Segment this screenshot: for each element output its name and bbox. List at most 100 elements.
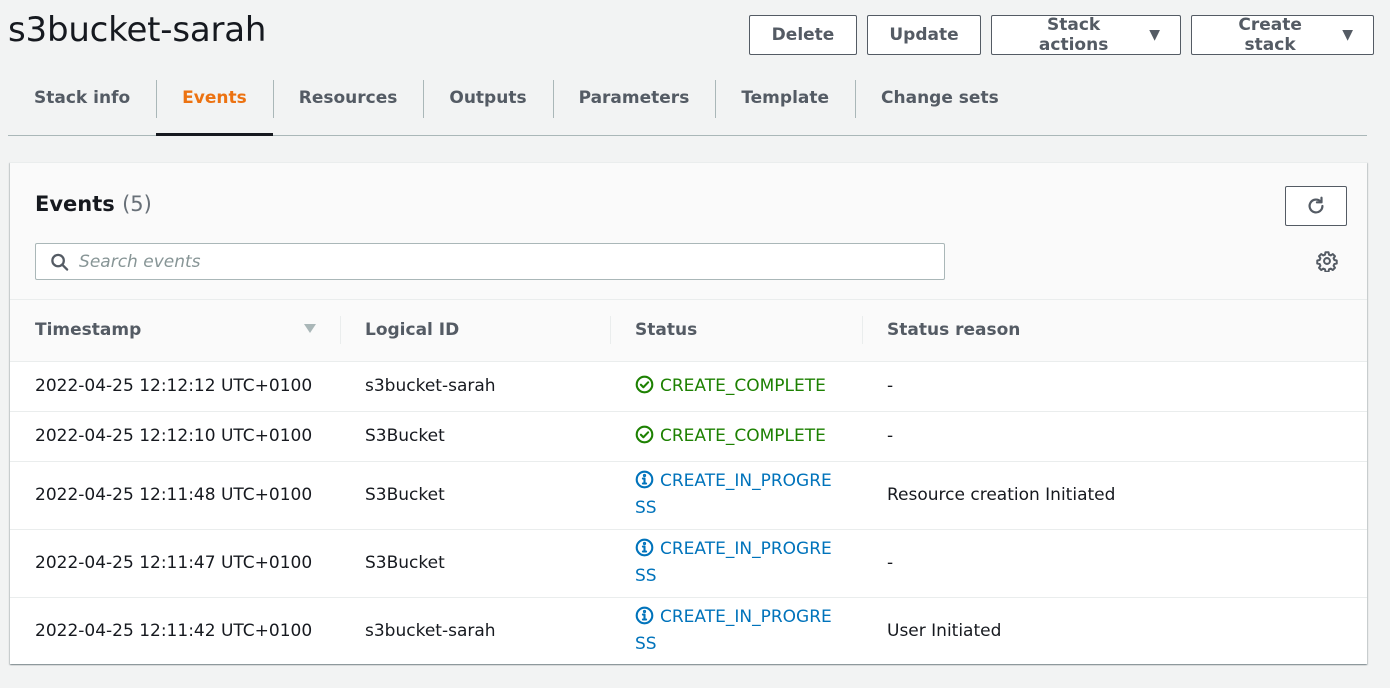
logical-id-cell: S3Bucket	[340, 411, 610, 462]
info-icon	[635, 606, 654, 625]
logical-id-value: s3bucket-sarah	[365, 621, 496, 642]
success-check-icon	[635, 375, 654, 394]
status-reason-value: -	[887, 426, 894, 446]
tab-change-sets[interactable]: Change sets	[855, 74, 1025, 135]
caret-down-icon: ▼	[1342, 27, 1353, 43]
search-icon	[51, 253, 69, 271]
events-count: (5)	[122, 192, 152, 216]
status-value: CREATE_IN_PROGRESS	[635, 536, 835, 590]
status-cell: CREATE_IN_PROGRESS	[610, 461, 862, 530]
logical-id-cell: s3bucket-sarah	[340, 361, 610, 412]
status-text: CREATE_IN_PROGRESS	[635, 471, 832, 518]
status-reason-value: Resource creation Initiated	[887, 485, 1116, 505]
timestamp-value: 2022-04-25 12:11:47 UTC+0100	[35, 553, 313, 573]
column-header-timestamp[interactable]: Timestamp	[10, 300, 340, 362]
tab-label: Parameters	[578, 87, 690, 108]
stack-tabs: Stack info Events Resources Outputs Para…	[8, 74, 1367, 136]
status-reason-value: -	[887, 376, 894, 396]
timestamp-value: 2022-04-25 12:11:42 UTC+0100	[35, 621, 313, 642]
timestamp-cell: 2022-04-25 12:11:42 UTC+0100	[10, 597, 340, 665]
logical-id-value: s3bucket-sarah	[365, 376, 496, 396]
timestamp-cell: 2022-04-25 12:12:12 UTC+0100	[10, 361, 340, 412]
status-reason-cell: -	[862, 361, 1367, 412]
create-stack-label: Create stack	[1238, 15, 1302, 55]
logical-id-cell: s3bucket-sarah	[340, 597, 610, 665]
status-reason-cell: User Initiated	[862, 597, 1367, 665]
status-cell: CREATE_IN_PROGRESS	[610, 597, 862, 665]
column-header-logical-id[interactable]: Logical ID	[340, 300, 610, 362]
status-value: CREATE_COMPLETE	[635, 373, 826, 400]
status-cell: CREATE_COMPLETE	[610, 361, 862, 412]
logical-id-cell: S3Bucket	[340, 529, 610, 598]
create-stack-dropdown[interactable]: Create stack ▼	[1191, 15, 1374, 55]
status-reason-value: User Initiated	[887, 621, 1002, 642]
search-events-field[interactable]	[35, 243, 945, 280]
status-reason-cell: -	[862, 411, 1367, 462]
refresh-button[interactable]	[1285, 186, 1347, 226]
refresh-icon	[1308, 196, 1324, 214]
search-events-input[interactable]	[79, 251, 944, 272]
tab-template[interactable]: Template	[715, 74, 855, 135]
status-reason-cell: -	[862, 529, 1367, 598]
status-text: CREATE_COMPLETE	[660, 425, 826, 446]
timestamp-value: 2022-04-25 12:12:12 UTC+0100	[35, 376, 313, 396]
success-check-icon	[635, 425, 654, 444]
delete-button-label: Delete	[771, 25, 835, 45]
timestamp-cell: 2022-04-25 12:11:48 UTC+0100	[10, 461, 340, 530]
status-cell: CREATE_COMPLETE	[610, 411, 862, 462]
update-button-label: Update	[889, 25, 959, 45]
column-header-label: Logical ID	[365, 320, 460, 341]
info-icon	[635, 470, 654, 489]
logical-id-value: S3Bucket	[365, 426, 445, 446]
table-row: 2022-04-25 12:11:47 UTC+0100 S3Bucket CR…	[10, 529, 1367, 598]
delete-button[interactable]: Delete	[749, 15, 857, 55]
tab-stack-info[interactable]: Stack info	[8, 74, 156, 135]
table-row: 2022-04-25 12:11:48 UTC+0100 S3Bucket CR…	[10, 461, 1367, 530]
page-title: s3bucket-sarah	[8, 10, 267, 50]
status-text: CREATE_IN_PROGRESS	[635, 539, 832, 586]
tab-label: Resources	[298, 87, 398, 108]
sort-descending-icon[interactable]	[304, 324, 316, 333]
column-header-label: Status reason	[887, 320, 1021, 341]
stack-actions-label: Stack actions	[1038, 15, 1109, 55]
table-row: 2022-04-25 12:12:12 UTC+0100 s3bucket-sa…	[10, 361, 1367, 412]
table-row: 2022-04-25 12:12:10 UTC+0100 S3Bucket CR…	[10, 411, 1367, 462]
gear-icon[interactable]	[1316, 250, 1338, 272]
logical-id-value: S3Bucket	[365, 553, 445, 573]
timestamp-value: 2022-04-25 12:11:48 UTC+0100	[35, 485, 313, 505]
status-text: CREATE_COMPLETE	[660, 375, 826, 396]
column-header-label: Status	[635, 320, 698, 341]
stack-actions-bar: Delete Update Stack actions ▼ Create stac…	[749, 15, 1374, 55]
table-row: 2022-04-25 12:11:42 UTC+0100 s3bucket-sa…	[10, 597, 1367, 665]
tab-label: Template	[741, 87, 830, 108]
tab-events[interactable]: Events	[156, 74, 273, 136]
tab-outputs[interactable]: Outputs	[423, 74, 552, 135]
column-header-label: Timestamp	[35, 320, 142, 341]
status-value: CREATE_IN_PROGRESS	[635, 468, 835, 522]
timestamp-cell: 2022-04-25 12:12:10 UTC+0100	[10, 411, 340, 462]
tab-parameters[interactable]: Parameters	[552, 74, 716, 135]
events-panel-header: Events (5)	[10, 163, 1367, 300]
status-value: CREATE_IN_PROGRESS	[635, 604, 835, 658]
tab-label: Outputs	[449, 87, 527, 108]
status-reason-cell: Resource creation Initiated	[862, 461, 1367, 530]
events-panel: Events (5) Timestamp Logical ID	[10, 162, 1367, 664]
column-header-status-reason[interactable]: Status reason	[862, 300, 1367, 362]
tab-label: Stack info	[34, 87, 131, 108]
caret-down-icon: ▼	[1149, 27, 1160, 43]
events-title-text: Events	[35, 192, 115, 216]
status-cell: CREATE_IN_PROGRESS	[610, 529, 862, 598]
update-button[interactable]: Update	[867, 15, 981, 55]
table-header-row: Timestamp Logical ID Status Status reaso…	[10, 300, 1367, 362]
stack-actions-dropdown[interactable]: Stack actions ▼	[991, 15, 1181, 55]
status-reason-value: -	[887, 553, 894, 573]
tab-label: Events	[182, 87, 247, 108]
column-header-status[interactable]: Status	[610, 300, 862, 362]
timestamp-value: 2022-04-25 12:12:10 UTC+0100	[35, 426, 313, 446]
info-icon	[635, 538, 654, 557]
logical-id-value: S3Bucket	[365, 485, 445, 505]
tab-resources[interactable]: Resources	[272, 74, 424, 135]
events-panel-title: Events (5)	[35, 192, 152, 216]
logical-id-cell: S3Bucket	[340, 461, 610, 530]
status-text: CREATE_IN_PROGRESS	[635, 607, 832, 655]
